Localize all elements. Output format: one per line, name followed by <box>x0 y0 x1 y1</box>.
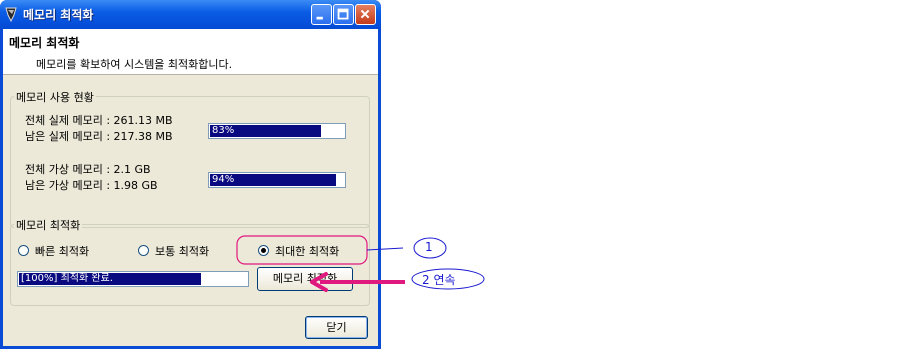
pointer-line <box>366 247 404 251</box>
annotation-label-2: 2 연속 <box>422 273 456 287</box>
annotation-label-1: 1 <box>425 240 433 254</box>
highlight-box <box>236 235 368 265</box>
annotation-layer <box>236 235 485 292</box>
